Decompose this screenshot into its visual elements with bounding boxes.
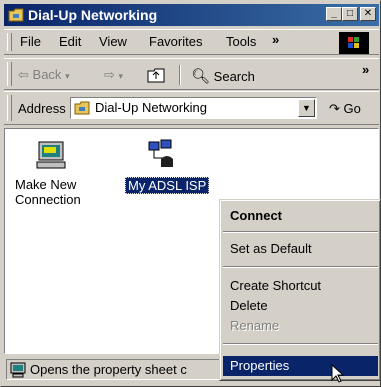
address-field[interactable]: Dial-Up Networking ▼ [70,97,317,119]
addressbar-grip[interactable] [7,95,12,121]
menu-separator [223,266,378,268]
menu-delete[interactable]: Delete [223,296,378,316]
go-label: Go [343,101,361,116]
make-new-label-line1: Make New [15,177,77,192]
computer-status-icon [10,362,26,378]
minimize-button[interactable]: _ [326,7,342,21]
search-icon: 🔍︎ [191,68,211,85]
context-menu: Connect Set as Default Create Shortcut D… [219,199,381,381]
back-button[interactable]: ⇦ Back ▾ [18,67,70,83]
menu-set-as-default[interactable]: Set as Default [223,239,378,259]
title-bar[interactable]: Dial-Up Networking _ □ ✕ [4,4,379,26]
toolbar-grip[interactable] [7,62,12,86]
menubar-chevron-icon[interactable]: » [272,32,279,47]
menu-connect[interactable]: Connect [223,206,378,226]
forward-arrow-icon: ⇨ [104,67,115,82]
menu-separator [223,343,378,345]
make-new-label-line2: Connection [15,192,81,207]
menu-view[interactable]: View [99,34,127,49]
up-folder-icon [147,68,165,83]
menu-properties[interactable]: Properties [223,356,378,376]
menu-properties-label: Properties [230,358,290,373]
toolbar-separator [179,65,181,85]
window-title: Dial-Up Networking [28,7,158,23]
standard-toolbar: ⇦ Back ▾ ⇨ ▾ 🔍︎ Search » [4,58,379,90]
toolbar-chevron-icon[interactable]: » [362,62,369,77]
menubar-grip[interactable] [7,33,12,51]
search-label: Search [213,69,255,84]
up-folder-button[interactable] [147,67,165,83]
dialup-connection-icon [148,139,173,167]
menu-connect-label: Connect [230,208,282,223]
forward-dropdown-icon[interactable]: ▾ [119,71,124,81]
address-dropdown-button[interactable]: ▼ [298,99,315,117]
windows-logo-icon [339,32,369,54]
forward-button[interactable]: ⇨ ▾ [104,67,123,83]
menu-create-shortcut-label: Create Shortcut [230,278,322,293]
menu-favorites[interactable]: Favorites [149,34,202,49]
back-arrow-icon: ⇦ [18,67,29,82]
folder-dialup-icon [8,8,24,22]
back-label: Back [32,67,62,82]
mouse-cursor-icon [331,364,345,383]
back-dropdown-icon[interactable]: ▾ [65,71,70,81]
search-button[interactable]: 🔍︎ Search [191,67,255,85]
menu-rename-label: Rename [230,318,280,333]
address-label: Address [18,101,66,116]
menu-create-shortcut[interactable]: Create Shortcut [223,276,378,296]
menu-bar: File Edit View Favorites Tools » [4,29,379,55]
make-new-connection-item[interactable]: Make New Connection [15,139,85,214]
menu-separator [223,231,378,233]
my-adsl-isp-label: My ADSL ISP [125,177,210,194]
address-value: Dial-Up Networking [95,100,207,115]
menu-rename: Rename [223,316,378,336]
address-bar: Address Dial-Up Networking ▼ ↷ Go [4,91,379,125]
maximize-button[interactable]: □ [342,7,358,21]
close-button[interactable]: ✕ [360,7,376,21]
menu-edit[interactable]: Edit [59,34,81,49]
new-connection-icon [36,141,66,169]
menu-set-default-label: Set as Default [230,241,312,256]
go-button[interactable]: ↷ Go [329,101,361,117]
menu-delete-label: Delete [230,298,268,313]
menu-tools[interactable]: Tools [226,34,256,49]
menu-file[interactable]: File [20,34,41,49]
go-arrow-icon: ↷ [329,101,340,116]
status-text: Opens the property sheet c [30,362,187,377]
dialup-folder-icon [74,101,90,115]
explorer-window: Dial-Up Networking _ □ ✕ File Edit View … [0,0,381,387]
my-adsl-isp-item[interactable]: My ADSL ISP [123,139,223,214]
